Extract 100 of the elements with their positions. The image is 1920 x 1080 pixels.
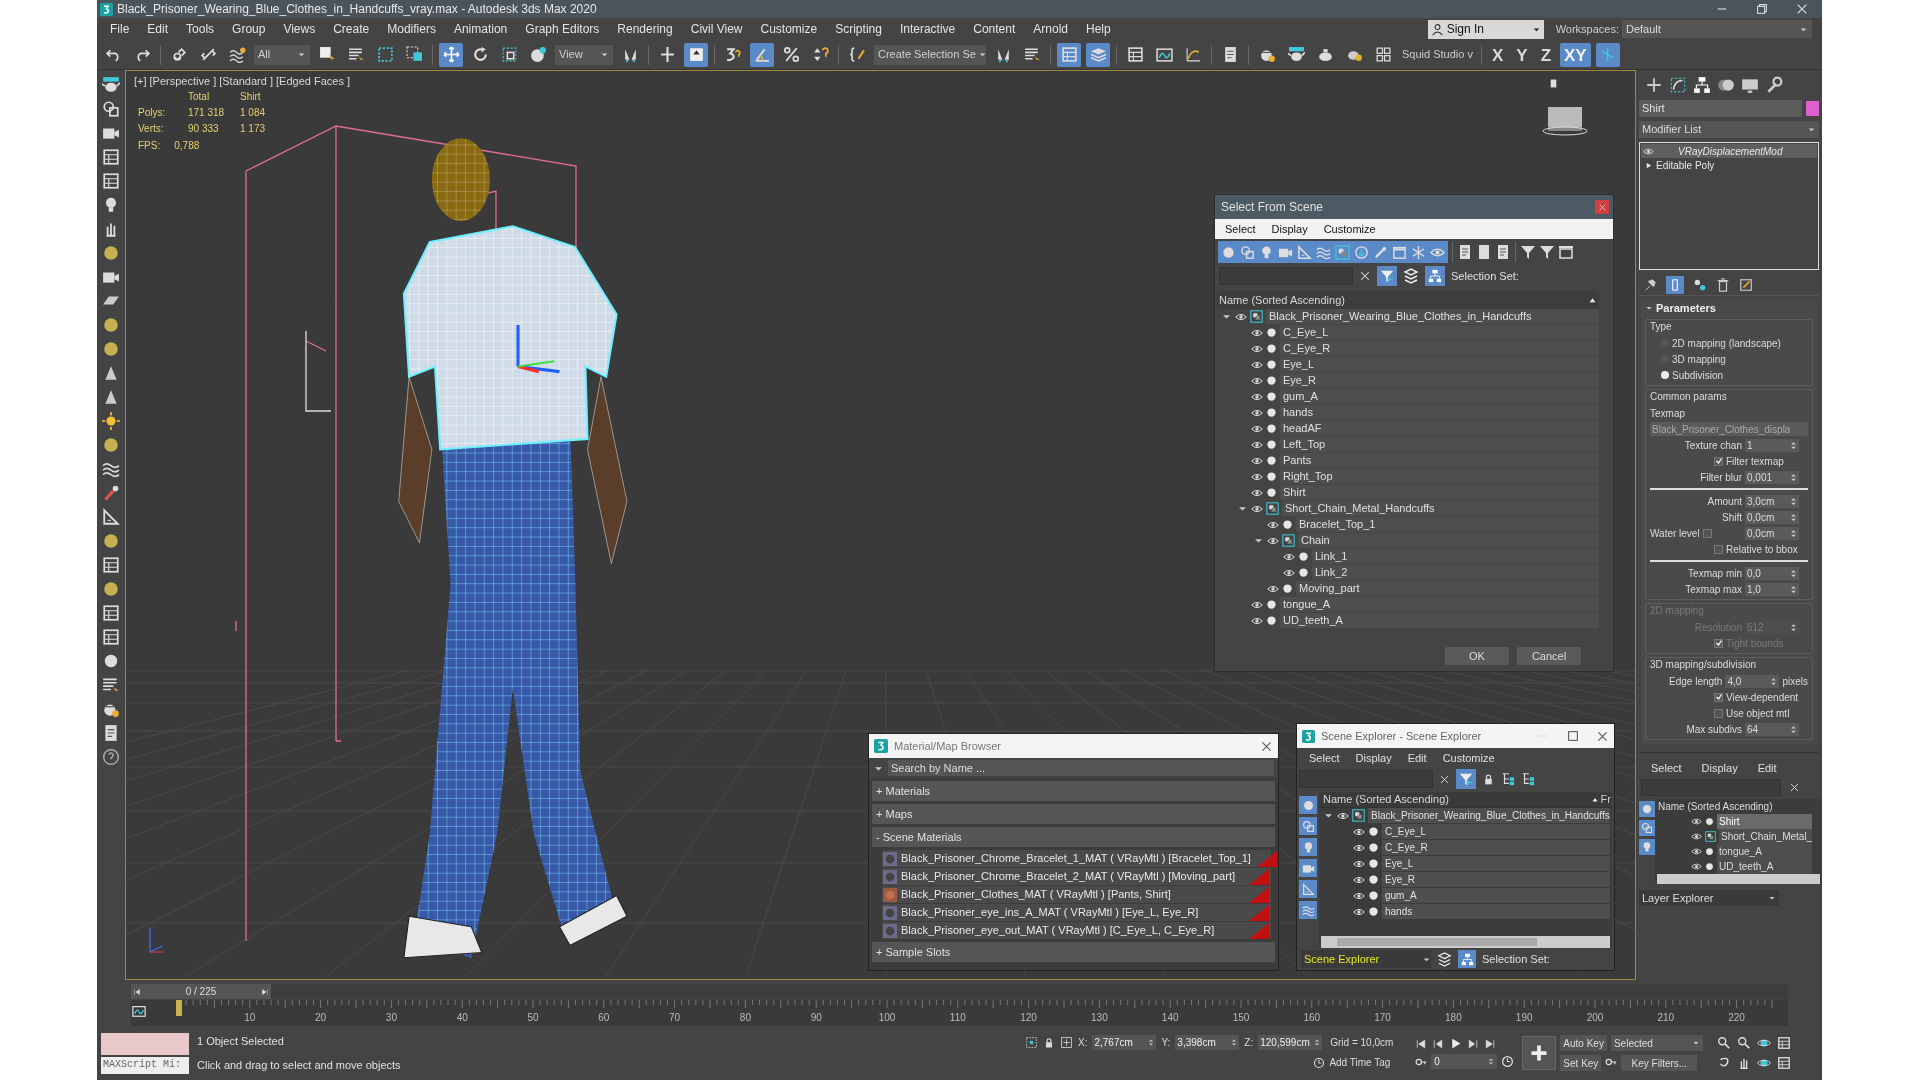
menu-item[interactable]: Customize: [751, 20, 827, 38]
tree-item[interactable]: hands: [1382, 904, 1610, 919]
tree-item[interactable]: tongue_A: [1280, 597, 1599, 612]
spinner-field[interactable]: 0,0cm: [1745, 510, 1799, 524]
menu-item[interactable]: Display: [1701, 759, 1738, 777]
menu-item[interactable]: Customize: [1323, 220, 1376, 238]
spinner-field[interactable]: 0,0: [1745, 566, 1799, 580]
axis-constraint-button[interactable]: Y: [1512, 42, 1532, 67]
menu-item[interactable]: Group: [223, 20, 275, 38]
section-header[interactable]: + Sample Slots: [872, 942, 1275, 962]
tree-item[interactable]: UD_teeth_A: [1280, 613, 1599, 628]
tree-item[interactable]: Shirt: [1280, 485, 1599, 500]
menu-item[interactable]: Customize: [1442, 749, 1495, 767]
named-selection-dropdown[interactable]: Create Selection Se: [874, 44, 986, 65]
tree-item[interactable]: Right_Top: [1280, 469, 1599, 484]
rollout-title[interactable]: Parameters: [1656, 299, 1716, 317]
spinner-field[interactable]: 1: [1745, 438, 1799, 452]
tree-item[interactable]: C_Eye_R: [1382, 840, 1610, 855]
tree-item[interactable]: Left_Top: [1280, 437, 1599, 452]
tree-item[interactable]: Moving_part: [1296, 581, 1599, 596]
menu-item[interactable]: Views: [274, 20, 325, 38]
viewport-label[interactable]: [Perspective ]: [149, 73, 217, 90]
spinner-field[interactable]: 4,0: [1725, 674, 1780, 688]
tree-item[interactable]: UD_teeth_A: [1717, 859, 1813, 874]
workspace-dropdown[interactable]: Default: [1622, 20, 1812, 38]
dialog-button[interactable]: OK: [1445, 647, 1509, 665]
menu-item[interactable]: Select: [1309, 749, 1340, 767]
reference-coordinate-dropdown[interactable]: View: [555, 44, 613, 65]
tree-item[interactable]: Pants: [1280, 453, 1599, 468]
menu-item[interactable]: Rendering: [608, 20, 682, 38]
modifier-list-dropdown[interactable]: Modifier List: [1639, 121, 1819, 138]
column-header[interactable]: Name (Sorted Ascending): [1655, 799, 1823, 814]
spinner-field[interactable]: 0,0cm: [1745, 526, 1799, 540]
menu-item[interactable]: Edit: [1757, 759, 1777, 777]
section-header[interactable]: + Maps: [872, 804, 1275, 824]
timeline-ruler[interactable]: 10 20 30 40 50 60 70 80 90 100 110 120 130 140 150 160 170 180 190 200 210 220: [131, 1000, 1788, 1026]
menu-item[interactable]: Arnold: [1024, 20, 1077, 38]
menu-item[interactable]: Edit: [138, 20, 178, 38]
section-header[interactable]: - Scene Materials: [872, 827, 1275, 847]
sign-in-dropdown[interactable]: Sign In: [1427, 19, 1544, 39]
set-key-button[interactable]: Set Key: [1560, 1055, 1602, 1071]
menu-item[interactable]: Animation: [444, 20, 517, 38]
tree-item[interactable]: Eye_R: [1280, 373, 1599, 388]
tree-item[interactable]: hands: [1280, 405, 1599, 420]
menu-item[interactable]: Help: [1076, 20, 1120, 38]
time-slider-track[interactable]: 0 / 225: [131, 984, 1788, 999]
tree-item[interactable]: Short_Chain_Metal_Handcuffs: [1282, 501, 1599, 516]
menu-item[interactable]: Display: [1355, 749, 1392, 767]
search-field[interactable]: Search by Name ...: [888, 760, 1274, 776]
menu-item[interactable]: Modifiers: [378, 20, 445, 38]
key-filters-button[interactable]: Key Filters...: [1621, 1055, 1698, 1071]
tree-item[interactable]: Eye_R: [1382, 872, 1610, 887]
tree-item[interactable]: Link_2: [1312, 565, 1599, 580]
column-header[interactable]: Name (Sorted Ascending): [1217, 291, 1599, 309]
axis-constraint-button[interactable]: Z: [1536, 42, 1555, 67]
tree-item[interactable]: Shirt: [1717, 814, 1813, 829]
dialog-button[interactable]: Cancel: [1517, 647, 1581, 665]
modifier-stack-item[interactable]: VRayDisplacementMod: [1641, 144, 1817, 158]
spinner-field[interactable]: 64: [1745, 722, 1799, 736]
viewport-label[interactable]: [+]: [134, 73, 147, 90]
modifier-stack-item[interactable]: Editable Poly: [1641, 158, 1817, 172]
menu-item[interactable]: Content: [964, 20, 1025, 38]
coordinate-field[interactable]: 120,599cm: [1258, 1035, 1323, 1050]
menu-item[interactable]: Display: [1271, 220, 1308, 238]
menu-item[interactable]: Select: [1225, 220, 1256, 238]
explorer-dropdown[interactable]: Scene Explorer: [1301, 950, 1431, 968]
spinner-field[interactable]: 0,001: [1745, 470, 1799, 484]
menu-item[interactable]: Tools: [177, 20, 224, 38]
current-frame-field[interactable]: 0: [1431, 1054, 1498, 1069]
tree-item[interactable]: Link_1: [1312, 549, 1599, 564]
tree-item[interactable]: Black_Prisoner_Wearing_Blue_Clothes_in_Handcuffs: [1266, 309, 1599, 324]
time-slider-thumb[interactable]: 0 / 225: [131, 984, 271, 999]
menu-item[interactable]: File: [101, 20, 139, 38]
selection-filter-dropdown[interactable]: All: [254, 44, 310, 65]
tree-item[interactable]: headAF: [1280, 421, 1599, 436]
viewport-label[interactable]: [Edged Faces ]: [276, 73, 350, 90]
tree-item[interactable]: tongue_A: [1717, 844, 1813, 859]
column-header[interactable]: Fr: [1598, 791, 1612, 808]
tree-item[interactable]: C_Eye_R: [1280, 341, 1599, 356]
tree-item[interactable]: C_Eye_L: [1382, 824, 1610, 839]
tree-item[interactable]: Bracelet_Top_1: [1296, 517, 1599, 532]
section-header[interactable]: + Materials: [872, 781, 1275, 801]
coordinate-field[interactable]: 2,767cm: [1092, 1035, 1157, 1050]
key-mode-dropdown[interactable]: Selected: [1610, 1035, 1703, 1051]
workspace-menu[interactable]: Squid Studio v: [1400, 46, 1475, 63]
coordinate-field[interactable]: 3,398cm: [1175, 1035, 1240, 1050]
menu-item[interactable]: Graph Editors: [516, 20, 609, 38]
menu-item[interactable]: Civil View: [681, 20, 752, 38]
menu-item[interactable]: Select: [1651, 759, 1682, 777]
spinner-field[interactable]: 3,0cm: [1745, 494, 1799, 508]
tree-item[interactable]: C_Eye_L: [1280, 325, 1599, 340]
menu-item[interactable]: Interactive: [890, 20, 965, 38]
axis-constraint-button[interactable]: X: [1487, 42, 1508, 67]
explorer-dropdown[interactable]: Layer Explorer: [1639, 890, 1779, 906]
object-name-field[interactable]: Shirt: [1639, 100, 1802, 117]
tree-item[interactable]: Chain: [1298, 533, 1599, 548]
menu-item[interactable]: Scripting: [826, 20, 891, 38]
viewport-label[interactable]: [Standard ]: [219, 73, 273, 90]
maxscript-field[interactable]: MAXScript Mi:: [101, 1056, 189, 1074]
add-time-tag-button[interactable]: Add Time Tag: [1310, 1054, 1394, 1071]
